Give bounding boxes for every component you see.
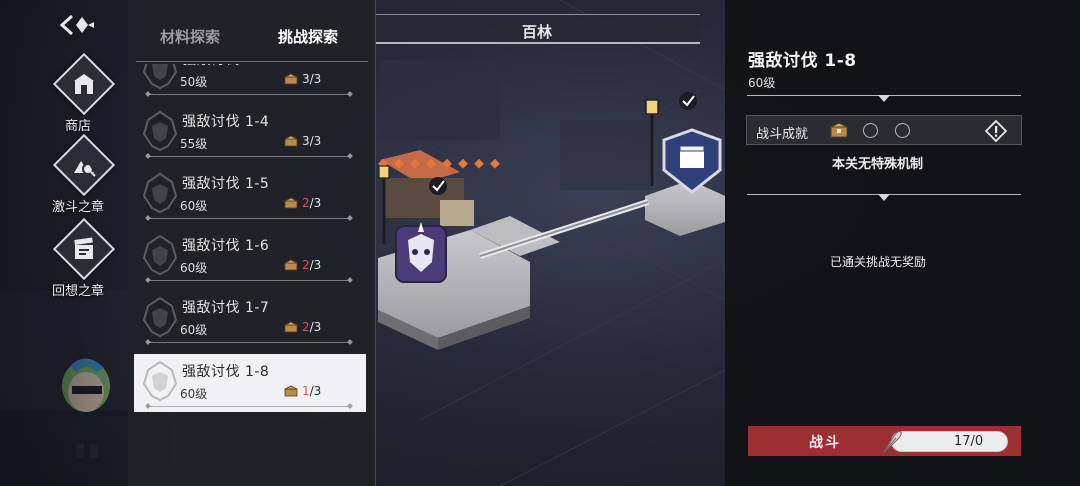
game-screen: 1 商店 [0, 0, 1080, 486]
stage-name: 强敌讨伐 1-7 [182, 300, 270, 316]
stage-list-item[interactable]: 强敌讨伐 1-7 60级 2/3 [134, 290, 366, 348]
divider [747, 95, 1021, 102]
achievement-label: 战斗成就 [756, 127, 809, 142]
stage-name: 强敌讨伐 1-3 [182, 64, 269, 69]
clear-count-done: 2 [302, 258, 310, 272]
stage-name: 强敌讨伐 1-6 [182, 238, 270, 254]
stage-level: 60级 [180, 387, 208, 401]
clear-count-done: 3 [302, 72, 310, 86]
fight-label: 战斗 [809, 435, 841, 451]
stamina-display: 17/0 [883, 431, 1008, 453]
clear-count-done: 2 [302, 320, 310, 334]
treasure-chest-icon [830, 122, 848, 138]
clear-count-total: /3 [309, 320, 322, 334]
stage-detail-panel: 强敌讨伐 1-8 60级 战斗成就 本关无特殊机制 已通关挑战无奖励 战斗 17… [725, 0, 1080, 486]
enemy-crest-icon [142, 360, 178, 402]
treasure-chest-icon [284, 135, 298, 147]
memory-chapter-icon [52, 217, 116, 281]
stage-level: 60级 [180, 261, 208, 275]
nav-battle-chapter[interactable]: 激斗之章 [48, 133, 120, 215]
enemy-crest-icon [142, 234, 178, 276]
tab-challenge-explore[interactable]: 挑战探索 [278, 26, 338, 47]
enemy-node-icon[interactable] [395, 222, 447, 283]
stage-list-item[interactable]: 强敌讨伐 1-8 60级 1/3 [134, 354, 366, 412]
row-divider [148, 156, 350, 157]
clear-count: 2/3 [302, 320, 321, 334]
battle-chapter-icon [52, 133, 116, 197]
divider [747, 194, 1021, 201]
clear-count-total: /3 [309, 384, 322, 398]
stage-name: 强敌讨伐 1-8 [182, 364, 270, 380]
stage-list-item[interactable]: 强敌讨伐 1-5 60级 2/3 [134, 166, 366, 224]
stage-title: 强敌讨伐 1-8 [748, 51, 857, 71]
stage-list-item[interactable]: 强敌讨伐 1-4 55级 3/3 [134, 104, 366, 162]
enemy-crest-icon [142, 110, 178, 152]
treasure-chest-icon [284, 321, 298, 333]
clear-count-total: /3 [309, 134, 322, 148]
enemy-crest-icon [142, 296, 178, 338]
battle-achievement-row: 战斗成就 [746, 115, 1022, 145]
stage-level: 50级 [180, 75, 208, 89]
mechanic-text: 本关无特殊机制 [832, 157, 924, 172]
info-warning-icon[interactable] [985, 120, 1007, 142]
stage-level: 60级 [180, 199, 208, 213]
stamina-value: 17/0 [954, 434, 984, 449]
fight-button[interactable]: 战斗 17/0 [748, 426, 1021, 456]
clear-count: 2/3 [302, 258, 321, 272]
left-nav: 商店 激斗之章 回想之章 [0, 0, 128, 486]
clear-count-total: /3 [309, 72, 322, 86]
treasure-chest-icon [284, 73, 298, 85]
clear-count-total: /3 [309, 258, 322, 272]
nav-label: 激斗之章 [51, 200, 104, 215]
clear-count: 1/3 [302, 384, 321, 398]
area-title: 百林 [522, 23, 553, 41]
treasure-chest-icon [284, 259, 298, 271]
row-divider [148, 406, 350, 407]
treasure-chest-icon [284, 385, 298, 397]
checkmark-icon [429, 177, 447, 195]
achievement-slot-icon [863, 123, 878, 138]
tab-divider [136, 61, 368, 62]
back-button[interactable] [58, 12, 98, 38]
clear-count-total: /3 [309, 196, 322, 210]
enemy-crest-icon [142, 172, 178, 214]
clear-count-done: 1 [302, 384, 310, 398]
stage-list-item[interactable]: 强敌讨伐 1-6 60级 2/3 [134, 228, 366, 286]
area-title-banner: 百林 [376, 14, 700, 44]
row-divider [148, 94, 350, 95]
story-node-icon[interactable] [662, 128, 722, 194]
row-divider [148, 280, 350, 281]
clear-count: 2/3 [302, 196, 321, 210]
checkmark-icon [679, 92, 697, 110]
enemy-crest-icon [142, 64, 178, 90]
stage-name: 强敌讨伐 1-4 [182, 114, 270, 130]
back-arrow-icon [59, 14, 94, 36]
stage-level: 55级 [180, 137, 208, 151]
row-divider [148, 342, 350, 343]
feather-icon [883, 431, 902, 453]
nav-memory-chapter[interactable]: 回想之章 [48, 217, 120, 299]
shop-icon [52, 52, 116, 116]
clear-count: 3/3 [302, 134, 321, 148]
stage-list-panel: 材料探索 挑战探索 强敌讨伐 1-350级3/3强敌讨伐 1-455级3/3强敌… [128, 0, 376, 486]
stage-list-item[interactable]: 强敌讨伐 1-3 50级 3/3 [134, 64, 366, 100]
nav-label: 回想之章 [51, 284, 104, 299]
nav-shop[interactable]: 商店 [48, 52, 120, 134]
stage-level: 60级 [748, 76, 776, 90]
clear-count: 3/3 [302, 72, 321, 86]
tab-material-explore[interactable]: 材料探索 [160, 26, 220, 47]
nav-label: 商店 [64, 119, 91, 134]
clear-count-done: 3 [302, 134, 310, 148]
stage-list[interactable]: 强敌讨伐 1-3 50级 3/3 强敌讨伐 1-4 55级 3/3 强敌讨伐 1-5 60级 2… [128, 64, 376, 486]
stage-level: 60级 [180, 323, 208, 337]
treasure-chest-icon [284, 197, 298, 209]
row-divider [148, 218, 350, 219]
stage-name: 强敌讨伐 1-5 [182, 176, 270, 192]
clear-count-done: 2 [302, 196, 310, 210]
achievement-slot-icon [895, 123, 910, 138]
reward-text: 已通关挑战无奖励 [830, 255, 927, 269]
